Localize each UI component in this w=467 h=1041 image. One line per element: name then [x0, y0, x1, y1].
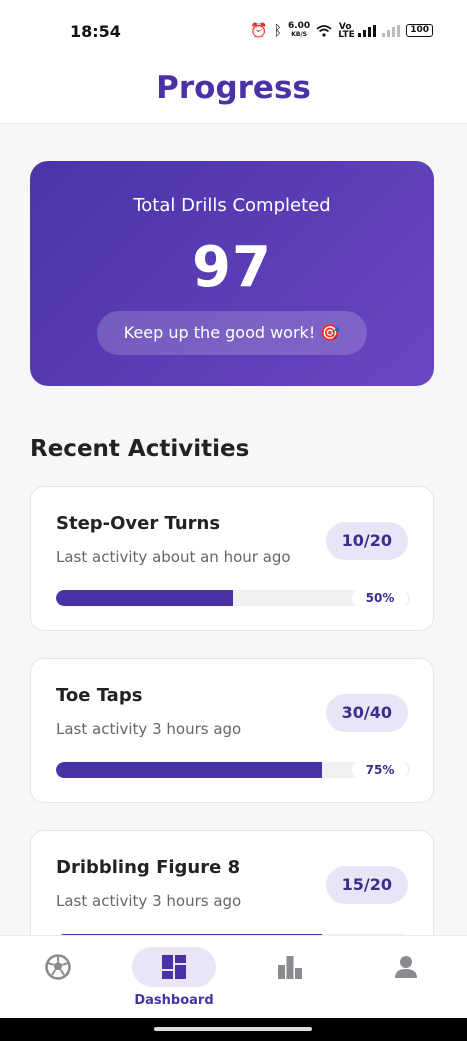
nav-item-training[interactable]: [0, 936, 116, 1019]
activity-card[interactable]: Toe Taps Last activity 3 hours ago 30/40…: [30, 658, 434, 803]
soccer-ball-icon: [45, 954, 71, 980]
battery-indicator: 100: [406, 24, 433, 37]
nav-item-profile[interactable]: [348, 936, 464, 1019]
system-gesture-bar: [0, 1018, 467, 1041]
activity-progress-fill: [56, 762, 322, 778]
network-speed-unit: KB/S: [291, 31, 307, 38]
volte-label: Vo LTE: [338, 21, 355, 40]
network-speed: 6.00 KB/S: [288, 22, 310, 39]
nav-item-dashboard[interactable]: Dashboard: [116, 936, 232, 1019]
nav-icon-container: [248, 947, 332, 987]
activity-last-time: Last activity 3 hours ago: [56, 720, 242, 738]
activity-title: Toe Taps: [56, 685, 143, 706]
person-icon: [395, 956, 417, 978]
activity-progress-fill: [56, 590, 233, 606]
nav-icon-container: [132, 947, 216, 987]
activity-count-badge: 30/40: [325, 694, 408, 732]
activity-last-time: Last activity 3 hours ago: [56, 892, 242, 910]
nav-icon-container: [364, 947, 448, 987]
app-bar: Progress: [0, 62, 467, 124]
activity-progress-percent: 50%: [352, 589, 408, 607]
bluetooth-icon: ᛒ: [273, 22, 282, 39]
network-speed-value: 6.00: [287, 21, 311, 31]
total-drills-count: 97: [192, 235, 272, 300]
encouragement-message: Keep up the good work! 🎯: [97, 311, 367, 355]
activity-card[interactable]: Step-Over Turns Last activity about an h…: [30, 486, 434, 631]
nav-icon-container: [16, 947, 100, 987]
dashboard-icon: [162, 955, 186, 979]
activity-last-time: Last activity about an hour ago: [56, 548, 291, 566]
status-bar: 18:54 ⏰ ᛒ 6.00 KB/S Vo LTE 100: [0, 0, 467, 62]
activity-count-badge: 10/20: [325, 522, 408, 560]
recent-activities-title: Recent Activities: [30, 436, 250, 462]
nav-item-stats[interactable]: [232, 936, 348, 1019]
bottom-navigation: Dashboard: [0, 935, 467, 1018]
signal-icon: [358, 24, 377, 37]
activity-title: Dribbling Figure 8: [56, 857, 241, 878]
wifi-icon: [316, 24, 332, 37]
nav-label-dashboard: Dashboard: [134, 993, 214, 1008]
activity-title: Step-Over Turns: [56, 513, 221, 534]
activity-progress-percent: 75%: [352, 761, 408, 779]
total-drills-card: Total Drills Completed 97 Keep up the go…: [30, 161, 434, 386]
total-drills-label: Total Drills Completed: [133, 195, 331, 216]
bar-chart-icon: [278, 956, 302, 979]
page-title: Progress: [156, 70, 311, 106]
signal-weak-icon: [382, 24, 401, 37]
status-icons: ⏰ ᛒ 6.00 KB/S Vo LTE 100: [250, 22, 433, 39]
home-gesture-handle[interactable]: [154, 1027, 312, 1031]
activity-count-badge: 15/20: [325, 866, 408, 904]
status-time: 18:54: [70, 22, 121, 41]
alarm-icon: ⏰: [250, 22, 268, 39]
